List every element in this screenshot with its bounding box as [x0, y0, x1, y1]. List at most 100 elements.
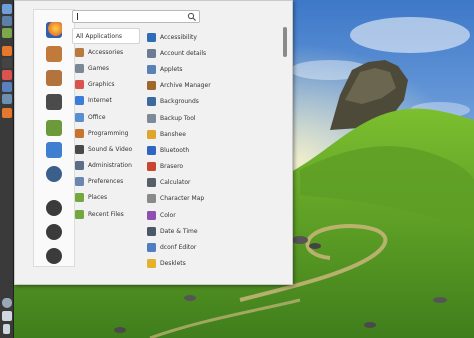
programming-icon: [75, 128, 84, 138]
terminal-icon[interactable]: [2, 58, 12, 68]
category-label: Accessories: [88, 48, 124, 56]
app-label: Banshee: [160, 130, 186, 138]
app-archive-manager[interactable]: Archive Manager: [147, 78, 277, 94]
files-icon[interactable]: [2, 28, 12, 38]
search-input[interactable]: [72, 10, 200, 23]
terminal-icon[interactable]: [46, 120, 62, 136]
network-icon[interactable]: [2, 94, 12, 104]
shield-icon[interactable]: [2, 298, 12, 308]
applets-icon: [147, 64, 156, 74]
dconf-editor-icon: [147, 243, 156, 253]
logout-icon[interactable]: [46, 224, 62, 240]
date-time-icon: [147, 226, 156, 236]
app-backup-tool[interactable]: Backup Tool: [147, 110, 277, 126]
character-map-icon: [147, 194, 156, 204]
app-date-time[interactable]: Date & Time: [147, 223, 277, 239]
category-all-applications[interactable]: All Applications: [72, 28, 140, 45]
app-bluetooth[interactable]: Bluetooth: [147, 142, 277, 158]
firefox-window-icon[interactable]: [2, 108, 12, 118]
app-label: Backup Tool: [160, 114, 196, 122]
scrollbar-thumb[interactable]: [283, 27, 287, 57]
account-details-icon: [147, 48, 156, 58]
color-icon: [147, 210, 156, 220]
bluetooth-icon: [147, 145, 156, 155]
category-recent-files[interactable]: Recent Files: [72, 206, 140, 222]
show-desktop-icon[interactable]: [2, 16, 12, 26]
menu-icon[interactable]: [2, 4, 12, 14]
app-backgrounds[interactable]: Backgrounds: [147, 94, 277, 110]
calculator-icon: [147, 178, 156, 188]
app-applets[interactable]: Applets: [147, 61, 277, 77]
software-manager-icon[interactable]: [46, 46, 62, 62]
recent-files-folder-icon: [75, 209, 84, 219]
app-label: Archive Manager: [160, 82, 211, 90]
lock-screen-icon[interactable]: [46, 200, 62, 216]
category-label: Preferences: [88, 178, 124, 186]
app-brasero[interactable]: Brasero: [147, 159, 277, 175]
app-banshee[interactable]: Banshee: [147, 126, 277, 142]
brasero-icon: [147, 162, 156, 172]
category-games[interactable]: Games: [72, 60, 140, 76]
battery-icon[interactable]: [2, 324, 12, 334]
software-center-icon[interactable]: [46, 142, 62, 158]
category-internet[interactable]: Internet: [72, 93, 140, 109]
backup-tool-icon: [147, 113, 156, 123]
category-accessories[interactable]: Accessories: [72, 44, 140, 60]
category-label: Graphics: [88, 81, 115, 89]
category-programming[interactable]: Programming: [72, 125, 140, 141]
category-preferences[interactable]: Preferences: [72, 174, 140, 190]
category-office[interactable]: Office: [72, 109, 140, 125]
sound-video-icon: [75, 144, 84, 154]
desklets-icon: [147, 259, 156, 269]
internet-icon: [75, 96, 84, 106]
category-label: Places: [88, 194, 108, 202]
app-label: Date & Time: [160, 227, 198, 235]
category-places[interactable]: Places: [72, 190, 140, 206]
accessibility-icon: [147, 32, 156, 42]
app-label: Color: [160, 211, 176, 219]
app-account-details[interactable]: Account details: [147, 45, 277, 61]
firefox-icon[interactable]: [46, 22, 62, 38]
preferences-icon: [75, 177, 84, 187]
app-label: Bluetooth: [160, 146, 190, 154]
app-label: Calculator: [160, 179, 191, 187]
category-graphics[interactable]: Graphics: [72, 77, 140, 93]
app-calculator[interactable]: Calculator: [147, 175, 277, 191]
app-character-map[interactable]: Character Map: [147, 191, 277, 207]
category-label: Games: [88, 64, 109, 72]
text-cursor: [77, 13, 78, 20]
category-label: Internet: [88, 97, 112, 105]
shutdown-icon[interactable]: [46, 248, 62, 264]
category-label: Recent Files: [88, 210, 124, 218]
office-icon: [75, 112, 84, 122]
category-label: Sound & Video: [88, 145, 133, 153]
app-color[interactable]: Color: [147, 207, 277, 223]
category-label: Programming: [88, 129, 129, 137]
settings-icon[interactable]: [2, 82, 12, 92]
app-accessibility[interactable]: Accessibility: [147, 29, 277, 45]
accessories-icon: [75, 47, 84, 57]
category-administration[interactable]: Administration: [72, 158, 140, 174]
package-manager-icon[interactable]: [46, 70, 62, 86]
nemo-files-icon[interactable]: [46, 166, 62, 182]
app-label: Backgrounds: [160, 98, 199, 106]
application-menu: All Applications Accessories Games Graph…: [14, 0, 293, 285]
system-settings-icon[interactable]: [46, 94, 62, 110]
network-tray-icon[interactable]: [2, 311, 12, 321]
app-label: Brasero: [160, 163, 184, 171]
backgrounds-icon: [147, 97, 156, 107]
app-dconf-editor[interactable]: dconf Editor: [147, 239, 277, 255]
app-desklets[interactable]: Desklets: [147, 256, 277, 272]
places-folder-icon: [75, 193, 84, 203]
software-manager-icon[interactable]: [2, 70, 12, 80]
left-panel: [0, 0, 14, 338]
app-label: Desklets: [160, 260, 186, 268]
app-label: Character Map: [160, 195, 205, 203]
category-label: All Applications: [76, 32, 122, 40]
firefox-icon[interactable]: [2, 46, 12, 56]
banshee-icon: [147, 129, 156, 139]
category-label: Administration: [88, 162, 132, 170]
app-label: Applets: [160, 65, 183, 73]
category-sound-video[interactable]: Sound & Video: [72, 141, 140, 157]
category-label: Office: [88, 113, 106, 121]
